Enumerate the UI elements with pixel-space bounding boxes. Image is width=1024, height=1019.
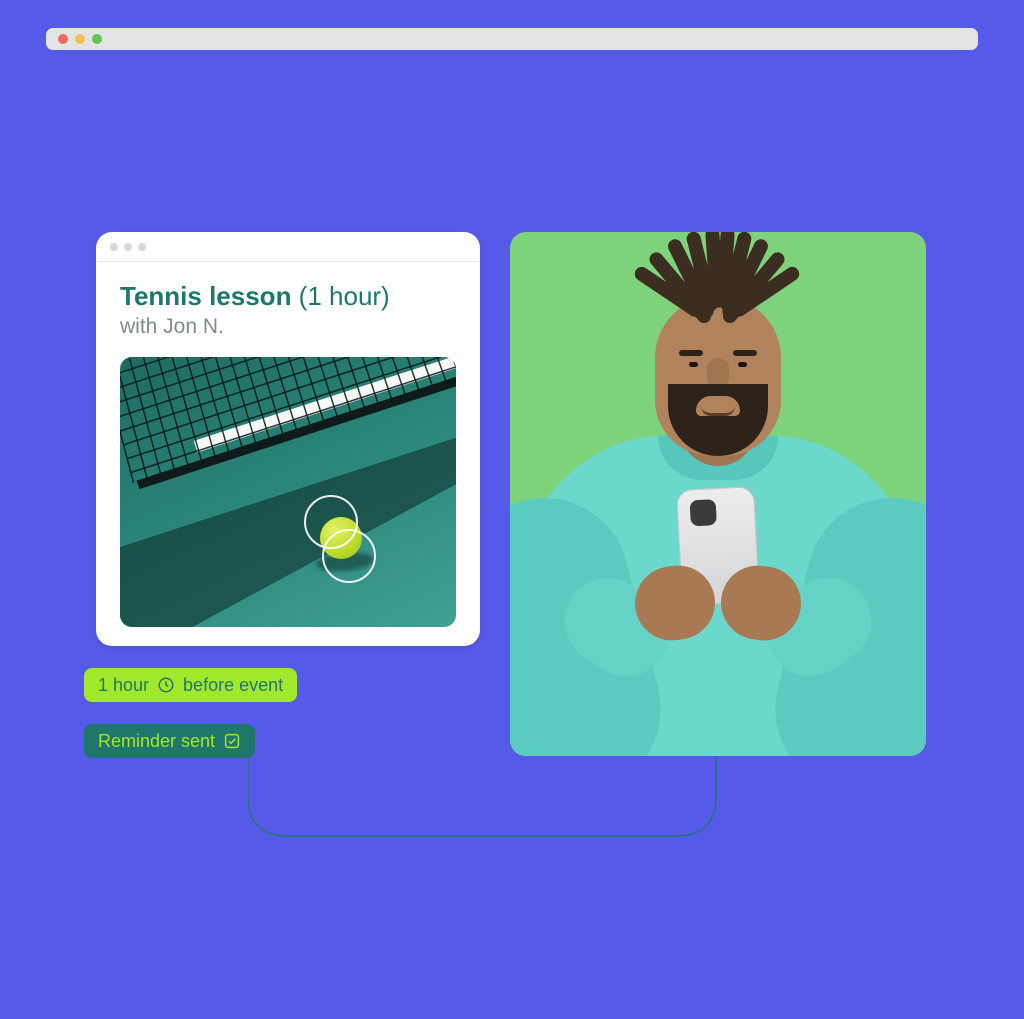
event-card-chrome [96,232,480,262]
connector-line [248,740,728,850]
event-image-tennis [120,357,456,627]
reminder-sent-label: Reminder sent [98,732,215,750]
browser-chrome [46,28,978,50]
user-photo-card [510,232,926,756]
tennis-ball-icon [320,517,362,559]
dot-icon [110,243,118,251]
event-subtitle: with Jon N. [120,315,456,339]
event-title: Tennis lesson (1 hour) [120,280,456,313]
event-title-duration: (1 hour) [291,281,389,311]
event-title-main: Tennis lesson [120,281,291,311]
reminder-timing-suffix: before event [183,676,283,694]
event-card: Tennis lesson (1 hour) with Jon N. [96,232,480,646]
person-illustration [510,266,926,756]
reminder-sent-badge: Reminder sent [84,724,255,758]
dot-icon [138,243,146,251]
event-body: Tennis lesson (1 hour) with Jon N. [96,262,480,646]
window-maximize-icon[interactable] [92,34,102,44]
clock-icon [157,676,175,694]
window-minimize-icon[interactable] [75,34,85,44]
check-square-icon [223,732,241,750]
window-close-icon[interactable] [58,34,68,44]
reminder-timing-badge: 1 hour before event [84,668,297,702]
reminder-timing-prefix: 1 hour [98,676,149,694]
dot-icon [124,243,132,251]
